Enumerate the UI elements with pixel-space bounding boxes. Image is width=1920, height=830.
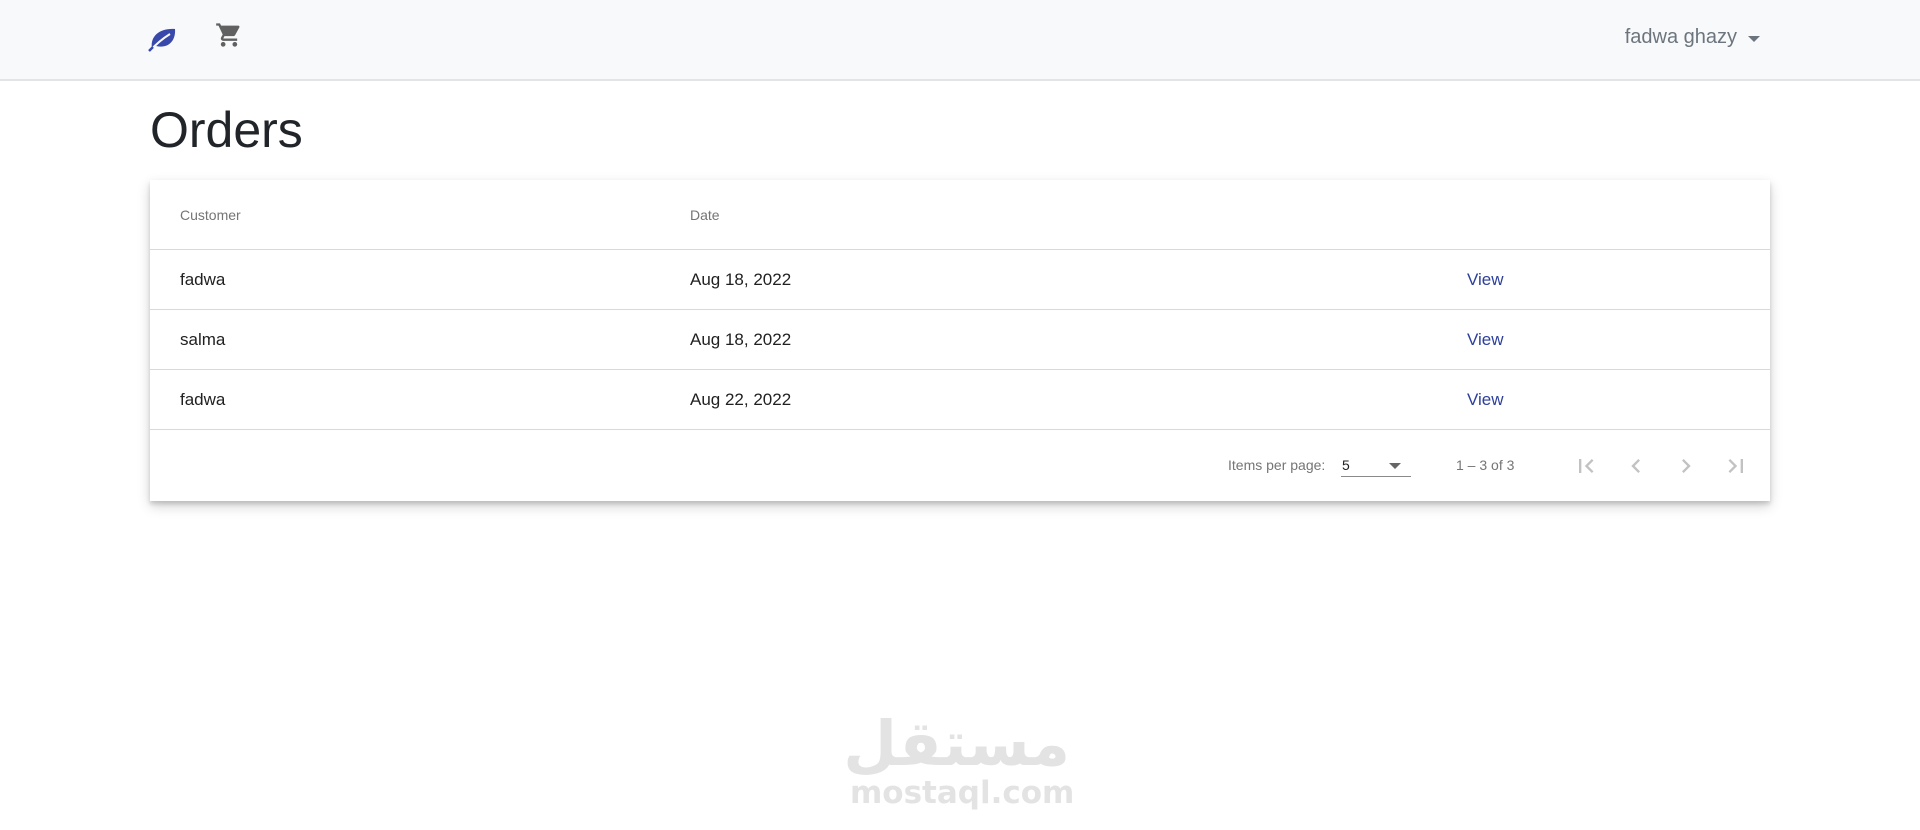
date-cell: Aug 18, 2022 bbox=[690, 330, 792, 349]
select-arrow-icon bbox=[1389, 463, 1401, 469]
paginator: Items per page: 5 1 – 3 of 3 bbox=[150, 430, 1770, 500]
orders-table-card: Customer Date fadwa Aug 18, 2022 View sa… bbox=[150, 180, 1770, 501]
view-order-link[interactable]: View bbox=[1467, 270, 1504, 290]
date-cell: Aug 18, 2022 bbox=[690, 270, 792, 289]
caret-down-icon bbox=[1748, 35, 1760, 42]
page-title: Orders bbox=[150, 102, 303, 158]
shopping-cart-icon[interactable] bbox=[215, 21, 243, 49]
last-page-icon[interactable] bbox=[1722, 452, 1750, 480]
user-menu-dropdown[interactable]: fadwa ghazy bbox=[1625, 26, 1760, 49]
table-row: fadwa Aug 22, 2022 View bbox=[150, 370, 1770, 430]
watermark-logo: مستقل mostaql.com bbox=[843, 707, 1075, 811]
items-per-page-select[interactable]: 5 bbox=[1341, 452, 1411, 477]
customer-cell: salma bbox=[180, 330, 226, 349]
watermark-arabic-text: مستقل bbox=[843, 707, 1070, 780]
view-order-link[interactable]: View bbox=[1467, 330, 1504, 350]
date-cell: Aug 22, 2022 bbox=[690, 390, 792, 409]
column-header-customer[interactable]: Customer bbox=[180, 207, 241, 223]
user-name: fadwa ghazy bbox=[1624, 26, 1737, 48]
watermark-latin-text: mostaql.com bbox=[850, 775, 1075, 811]
first-page-icon[interactable] bbox=[1572, 452, 1600, 480]
customer-cell: fadwa bbox=[180, 270, 226, 289]
customer-cell: fadwa bbox=[180, 390, 226, 409]
leaf-icon[interactable] bbox=[148, 24, 178, 52]
items-per-page-value: 5 bbox=[1342, 457, 1350, 473]
page-range-label: 1 – 3 of 3 bbox=[1456, 457, 1515, 473]
items-per-page-label: Items per page: bbox=[1228, 457, 1326, 473]
table-row: fadwa Aug 18, 2022 View bbox=[150, 250, 1770, 310]
table-header-row: Customer Date bbox=[150, 180, 1770, 250]
chevron-left-icon[interactable] bbox=[1622, 452, 1650, 480]
chevron-right-icon[interactable] bbox=[1672, 452, 1700, 480]
view-order-link[interactable]: View bbox=[1467, 390, 1504, 410]
column-header-date[interactable]: Date bbox=[690, 207, 720, 223]
table-row: salma Aug 18, 2022 View bbox=[150, 310, 1770, 370]
top-navbar: fadwa ghazy bbox=[0, 0, 1920, 81]
